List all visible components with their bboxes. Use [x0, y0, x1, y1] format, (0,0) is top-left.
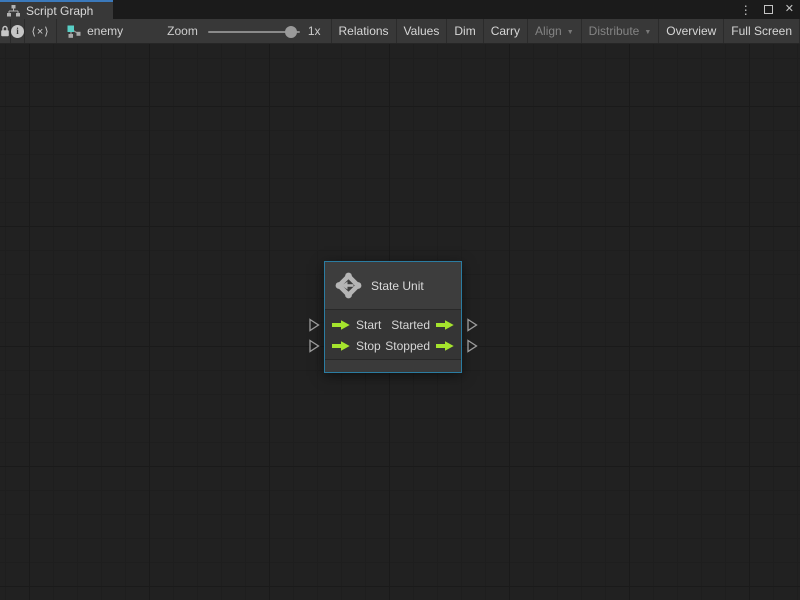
distribute-button-label: Distribute: [588, 24, 640, 38]
chevron-down-icon: ▼: [644, 28, 652, 36]
port-input-start[interactable]: Start: [331, 318, 381, 332]
graph-name-label: enemy: [87, 24, 124, 38]
zoom-slider-handle[interactable]: [284, 25, 297, 38]
window-controls: ⋮ ✕: [740, 0, 794, 19]
relations-button[interactable]: Relations: [332, 19, 397, 43]
port-label: Start: [356, 317, 382, 332]
node-title: State Unit: [371, 278, 424, 293]
tab-script-graph[interactable]: Script Graph: [0, 0, 113, 19]
flow-arrow-icon: [332, 319, 350, 330]
zoom-control-group: Zoom 1x: [123, 19, 332, 43]
input-connector-start[interactable]: [308, 318, 320, 332]
node-header[interactable]: State Unit: [325, 262, 461, 310]
info-icon: i: [11, 24, 24, 38]
overview-button-label: Overview: [666, 24, 717, 38]
port-row: Start Started: [325, 314, 461, 335]
input-connector-stop[interactable]: [308, 339, 320, 353]
carry-button[interactable]: Carry: [484, 19, 529, 43]
output-connector-started[interactable]: [466, 318, 478, 332]
code-toggle-button[interactable]: ⟨×⟩: [25, 19, 58, 43]
port-label: Started: [391, 317, 430, 332]
carry-button-label: Carry: [490, 24, 521, 38]
graph-hierarchy-icon: [7, 4, 20, 17]
state-unit-node[interactable]: State Unit Start Started Stop Stopped: [309, 261, 478, 373]
graph-canvas[interactable]: State Unit Start Started Stop Stopped: [0, 44, 800, 600]
port-row: Stop Stopped: [325, 335, 461, 356]
align-dropdown-button: Align ▼: [528, 19, 582, 43]
window-menu-icon[interactable]: ⋮: [740, 4, 752, 16]
maximize-icon[interactable]: [763, 5, 773, 14]
graph-toolbar: i ⟨×⟩ enemy Zoom 1x Relations Values Dim…: [0, 19, 800, 44]
tab-label: Script Graph: [26, 3, 94, 18]
lock-button[interactable]: [0, 19, 11, 43]
flow-arrow-icon: [332, 340, 350, 351]
port-output-stopped[interactable]: Stopped: [385, 339, 455, 353]
overview-button[interactable]: Overview: [659, 19, 725, 43]
close-icon[interactable]: ✕: [785, 4, 794, 15]
chevron-down-icon: ▼: [566, 28, 574, 36]
flow-arrow-icon: [436, 319, 454, 330]
align-button-label: Align: [535, 24, 562, 38]
dim-button[interactable]: Dim: [447, 19, 484, 43]
distribute-dropdown-button: Distribute ▼: [582, 19, 660, 43]
zoom-slider[interactable]: [207, 25, 300, 38]
port-output-started[interactable]: Started: [391, 318, 455, 332]
values-button-label: Values: [403, 24, 440, 38]
zoom-value: 1x: [307, 24, 321, 38]
state-unit-icon: [335, 272, 362, 299]
dim-button-label: Dim: [454, 24, 476, 38]
info-button[interactable]: i: [11, 19, 25, 43]
code-toggle-icon: ⟨×⟩: [31, 25, 50, 38]
full-screen-button-label: Full Screen: [731, 24, 792, 38]
graph-node-icon: [67, 25, 81, 38]
port-label: Stopped: [385, 338, 430, 353]
output-connector-stopped[interactable]: [466, 339, 478, 353]
relations-button-label: Relations: [338, 24, 389, 38]
zoom-label: Zoom: [167, 24, 198, 38]
flow-arrow-icon: [436, 340, 454, 351]
full-screen-button[interactable]: Full Screen: [724, 19, 800, 43]
window-tab-bar: Script Graph ⋮ ✕: [0, 0, 800, 19]
port-label: Stop: [356, 338, 381, 353]
node-ports: Start Started Stop Stopped: [325, 310, 461, 359]
graph-breadcrumb[interactable]: enemy: [57, 19, 123, 43]
values-button[interactable]: Values: [397, 19, 448, 43]
lock-icon: [0, 25, 10, 37]
node-footer: [325, 359, 461, 372]
port-input-stop[interactable]: Stop: [331, 339, 381, 353]
